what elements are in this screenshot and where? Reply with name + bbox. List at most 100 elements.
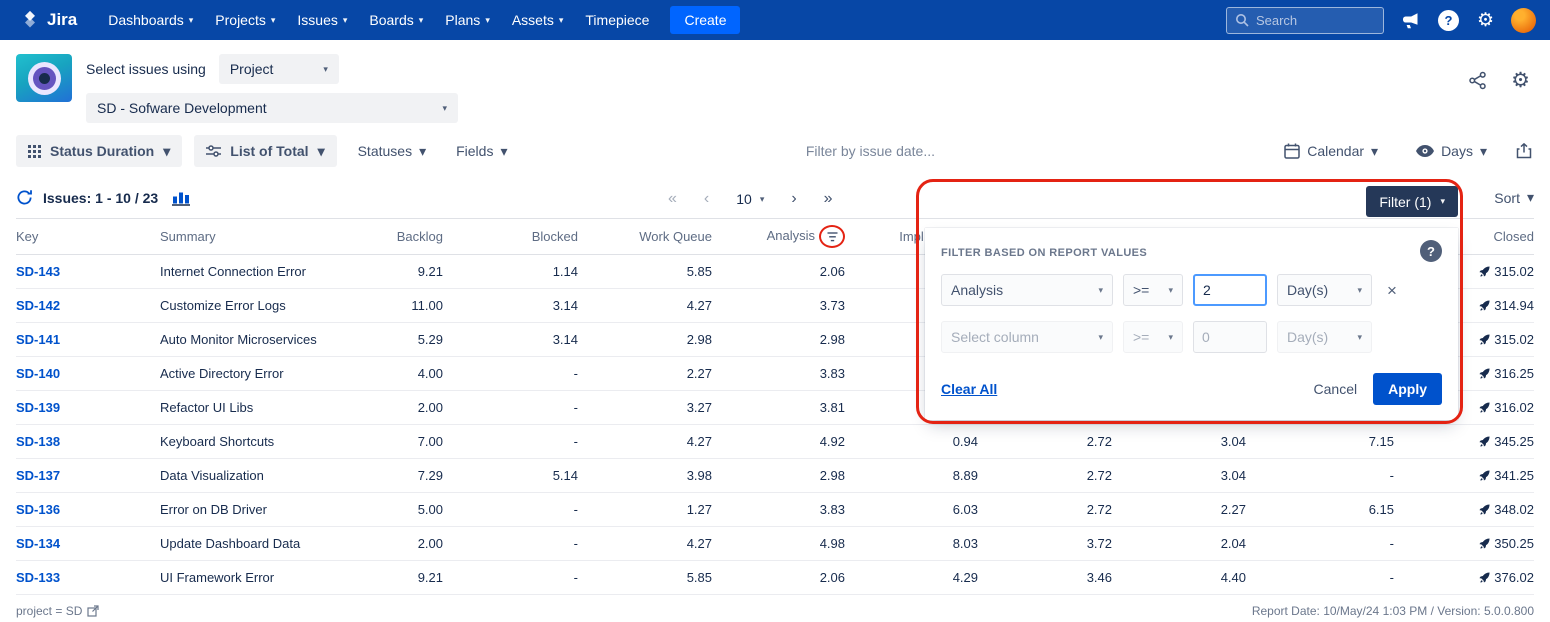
- filter-operator-select-disabled[interactable]: >= ▾: [1123, 321, 1183, 353]
- jira-logo-icon: [20, 10, 40, 30]
- export-button[interactable]: [1516, 143, 1532, 159]
- apply-button[interactable]: Apply: [1373, 373, 1442, 405]
- page-footer: project = SD Report Date: 10/May/24 1:03…: [0, 595, 1550, 618]
- page-size-select[interactable]: 10 ▾: [736, 191, 764, 207]
- share-button[interactable]: [1468, 71, 1487, 90]
- chart-view-button[interactable]: [172, 190, 192, 206]
- fields-select[interactable]: Fields ▾: [447, 135, 516, 167]
- last-page-icon[interactable]: »: [824, 191, 833, 207]
- jql-link[interactable]: project = SD: [16, 604, 99, 618]
- column-header-work-queue[interactable]: Work Queue: [578, 219, 712, 255]
- filter-value-input[interactable]: [1193, 274, 1267, 306]
- refresh-button[interactable]: [16, 189, 33, 206]
- nav-item-dashboards[interactable]: Dashboards▾: [97, 0, 204, 40]
- help-button[interactable]: ?: [1437, 9, 1460, 32]
- issue-key-link[interactable]: SD-133: [16, 561, 160, 595]
- report-settings-gear-icon[interactable]: ⚙: [1511, 70, 1530, 91]
- duration-cell: 2.06: [712, 561, 845, 595]
- duration-cell: 3.72: [978, 527, 1112, 561]
- calendar-select[interactable]: Calendar ▾: [1275, 135, 1387, 167]
- issue-key-link[interactable]: SD-140: [16, 357, 160, 391]
- time-unit-select[interactable]: Days ▾: [1407, 135, 1496, 167]
- prev-page-icon[interactable]: ‹: [704, 191, 709, 207]
- nav-item-assets[interactable]: Assets▾: [501, 0, 575, 40]
- rocket-icon: [1479, 436, 1490, 447]
- report-type-select[interactable]: Status Duration ▾: [16, 135, 182, 167]
- rocket-icon: [1479, 538, 1490, 549]
- duration-cell: 2.98: [712, 459, 845, 493]
- issue-key-link[interactable]: SD-143: [16, 255, 160, 289]
- timepiece-app-icon[interactable]: [16, 54, 72, 102]
- filter-unit-select[interactable]: Day(s) ▾: [1277, 274, 1372, 306]
- column-header-blocked[interactable]: Blocked: [443, 219, 578, 255]
- filter-column-select-disabled[interactable]: Select column ▾: [941, 321, 1113, 353]
- issue-key-link[interactable]: SD-134: [16, 527, 160, 561]
- table-row: SD-137Data Visualization7.295.143.982.98…: [16, 459, 1534, 493]
- eye-icon: [1416, 145, 1434, 157]
- column-header-key[interactable]: Key: [16, 219, 160, 255]
- cancel-button[interactable]: Cancel: [1314, 381, 1358, 397]
- announcements-button[interactable]: [1401, 12, 1420, 29]
- issue-key-link[interactable]: SD-142: [16, 289, 160, 323]
- nav-item-label: Assets: [512, 12, 554, 28]
- duration-cell: 3.14: [443, 323, 578, 357]
- duration-cell: 5.85: [578, 255, 712, 289]
- column-header-label: Blocked: [532, 229, 578, 244]
- filter-column-select[interactable]: Analysis ▾: [941, 274, 1113, 306]
- column-header-analysis[interactable]: Analysis: [712, 219, 845, 255]
- filter-unit-select-disabled[interactable]: Day(s) ▾: [1277, 321, 1372, 353]
- duration-cell: 5.14: [443, 459, 578, 493]
- sliders-icon: [206, 145, 221, 157]
- nav-item-timepiece[interactable]: Timepiece: [574, 0, 660, 40]
- column-header-label: Closed: [1494, 229, 1534, 244]
- settings-gear-icon[interactable]: ⚙: [1477, 11, 1494, 30]
- report-toolbar: Status Duration ▾ List of Total ▾ Status…: [0, 131, 1550, 173]
- jira-logo[interactable]: Jira: [20, 10, 77, 30]
- filter-button-label: Filter (1): [1379, 194, 1431, 210]
- issue-date-filter-input[interactable]: [806, 143, 986, 159]
- column-header-label: Work Queue: [639, 229, 712, 244]
- issue-key-link[interactable]: SD-137: [16, 459, 160, 493]
- filter-value-input-disabled[interactable]: [1193, 321, 1267, 353]
- nav-item-projects[interactable]: Projects▾: [204, 0, 286, 40]
- filter-operator-select[interactable]: >= ▾: [1123, 274, 1183, 306]
- avatar[interactable]: [1511, 8, 1536, 33]
- column-header-backlog[interactable]: Backlog: [348, 219, 443, 255]
- help-icon: ?: [1437, 9, 1460, 32]
- issue-source-select[interactable]: Project ▾: [219, 54, 339, 84]
- filter-condition-row-disabled: Select column ▾ >= ▾ Day(s) ▾: [941, 321, 1442, 353]
- issue-key-link[interactable]: SD-141: [16, 323, 160, 357]
- calendar-label: Calendar: [1307, 143, 1364, 159]
- issue-key-link[interactable]: SD-139: [16, 391, 160, 425]
- filter-help-icon[interactable]: ?: [1420, 240, 1442, 262]
- filter-applied-icon[interactable]: [827, 232, 838, 242]
- nav-item-boards[interactable]: Boards▾: [358, 0, 434, 40]
- pagination: « ‹ 10 ▾ › »: [668, 191, 833, 207]
- clear-all-link[interactable]: Clear All: [941, 381, 997, 397]
- next-page-icon[interactable]: ›: [791, 191, 796, 207]
- chevron-down-icon: ▾: [419, 143, 426, 160]
- column-header-summary[interactable]: Summary: [160, 219, 348, 255]
- bar-chart-icon: [172, 190, 192, 206]
- statuses-select[interactable]: Statuses ▾: [349, 135, 436, 167]
- refresh-icon: [16, 189, 33, 206]
- project-select[interactable]: SD - Sofware Development ▾: [86, 93, 458, 123]
- nav-item-label: Plans: [445, 12, 480, 28]
- nav-item-label: Dashboards: [108, 12, 184, 28]
- nav-item-plans[interactable]: Plans▾: [434, 0, 501, 40]
- view-mode-select[interactable]: List of Total ▾: [194, 135, 336, 167]
- search-input[interactable]: [1256, 13, 1368, 28]
- filter-button[interactable]: Filter (1) ▾: [1366, 186, 1458, 217]
- issue-key-link[interactable]: SD-136: [16, 493, 160, 527]
- create-button[interactable]: Create: [670, 6, 740, 34]
- issue-summary: Error on DB Driver: [160, 493, 348, 527]
- sort-select[interactable]: Sort ▾: [1494, 189, 1534, 206]
- issue-key-link[interactable]: SD-138: [16, 425, 160, 459]
- duration-cell: 5.29: [348, 323, 443, 357]
- first-page-icon[interactable]: «: [668, 191, 677, 207]
- nav-item-issues[interactable]: Issues▾: [286, 0, 358, 40]
- remove-condition-icon[interactable]: ×: [1387, 282, 1397, 299]
- chevron-down-icon: ▾: [163, 143, 170, 160]
- filter-column-placeholder: Select column: [951, 329, 1039, 345]
- global-search[interactable]: [1226, 7, 1384, 34]
